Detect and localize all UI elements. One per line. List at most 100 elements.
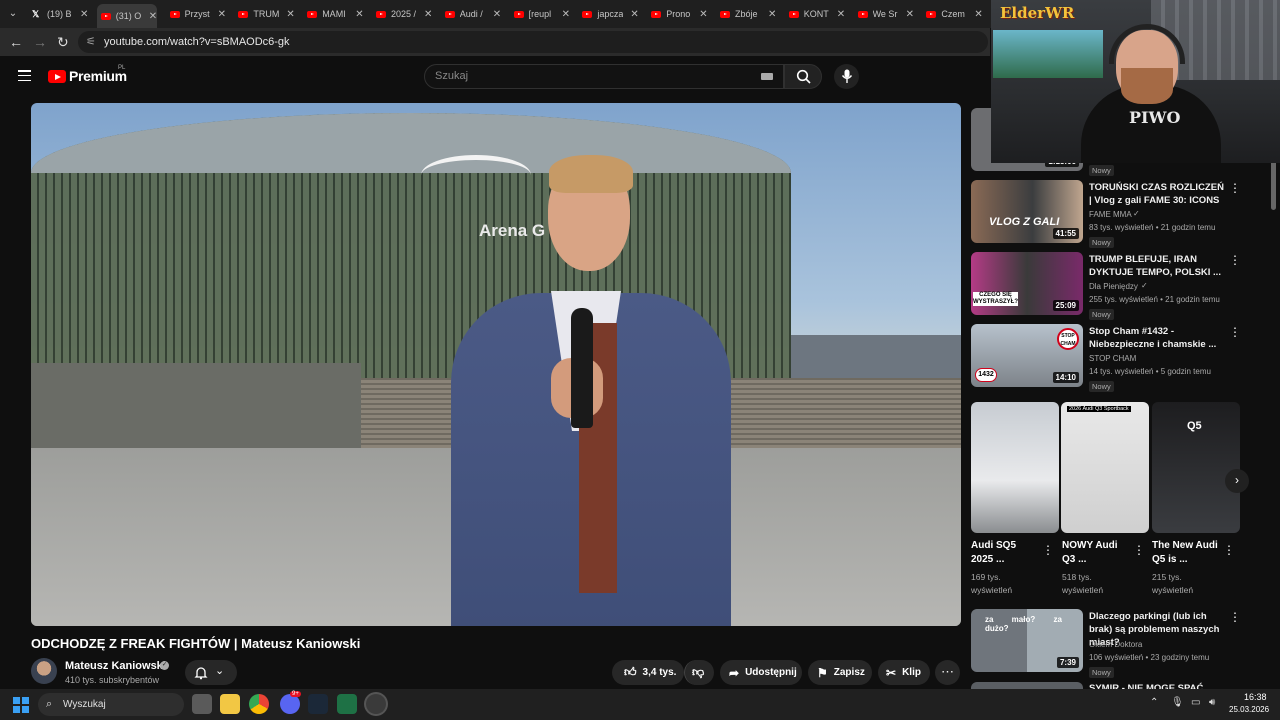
recommended-title[interactable]: TRUMP BLEFUJE, IRAN DYKTUJE TEMPO, POLSK… xyxy=(1089,253,1229,279)
more-vertical-icon[interactable]: ⋮ xyxy=(1133,543,1145,557)
recommended-channel[interactable]: FAME MMA xyxy=(1089,210,1132,219)
file-explorer-icon[interactable] xyxy=(220,694,240,714)
browser-tab[interactable]: 𝕏 (19) B ✕ xyxy=(28,4,88,24)
close-tab-icon[interactable]: ✕ xyxy=(699,9,707,20)
browser-tab[interactable]: We Sr ✕ xyxy=(854,4,914,24)
forward-icon[interactable]: → xyxy=(33,34,47,50)
monitor-icon[interactable]: ▭ xyxy=(1191,697,1200,708)
address-bar[interactable]: ⚟ youtube.com/watch?v=sBMAODc6-gk xyxy=(78,31,988,53)
youtube-logo-icon[interactable] xyxy=(48,70,66,83)
recommended-title[interactable]: SYMIR - NIE MOGE SPAĆ ... xyxy=(1089,682,1229,689)
short-thumbnail[interactable]: Q5 xyxy=(1152,402,1240,533)
close-tab-icon[interactable]: ✕ xyxy=(149,11,157,22)
browser-tab[interactable]: 2025 / ✕ xyxy=(372,4,432,24)
short-thumbnail[interactable] xyxy=(971,402,1059,533)
close-tab-icon[interactable]: ✕ xyxy=(80,9,88,20)
share-button[interactable]: ➦ Udostępnij xyxy=(720,660,802,685)
close-tab-icon[interactable]: ✕ xyxy=(424,9,432,20)
recommended-channel[interactable]: Okiem Doktora xyxy=(1089,640,1142,649)
tab-search-dropdown-icon[interactable]: ⌄ xyxy=(4,5,22,23)
browser-tab[interactable]: japcza ✕ xyxy=(578,4,639,24)
more-vertical-icon[interactable]: ⋮ xyxy=(1229,181,1241,195)
recommended-channel[interactable]: Dla Pieniędzy xyxy=(1089,282,1138,291)
close-tab-icon[interactable]: ✕ xyxy=(218,9,226,20)
recommended-thumbnail[interactable]: STOP CHAM 1432 14:10 xyxy=(971,324,1083,387)
short-title[interactable]: Audi SQ5 2025 ... xyxy=(971,539,1041,567)
recommended-title[interactable]: Stop Cham #1432 - Niebezpieczne i chamsk… xyxy=(1089,325,1229,351)
clock-date[interactable]: 25.03.2026 xyxy=(1229,705,1269,714)
hamburger-menu-icon[interactable] xyxy=(18,70,31,82)
recommended-channel[interactable]: STOP CHAM xyxy=(1089,354,1136,363)
steam-icon[interactable] xyxy=(308,694,328,714)
voice-search-button[interactable] xyxy=(834,64,859,89)
channel-avatar[interactable] xyxy=(31,658,57,684)
close-tab-icon[interactable]: ✕ xyxy=(768,9,776,20)
close-tab-icon[interactable]: ✕ xyxy=(286,9,294,20)
volume-icon[interactable]: 🔊︎ xyxy=(1209,697,1215,708)
recommended-thumbnail[interactable]: CZEGO SIĘ WYSTRASZYŁ? 25:09 xyxy=(971,252,1083,315)
obs-icon[interactable] xyxy=(366,694,386,714)
search-button[interactable] xyxy=(784,64,822,89)
notifications-button[interactable]: ⌄ xyxy=(185,660,237,685)
tab-title: Prono xyxy=(666,9,691,19)
more-vertical-icon[interactable]: ⋮ xyxy=(1223,543,1235,557)
shorts-next-button[interactable]: › xyxy=(1225,469,1249,493)
short-title[interactable]: The New Audi Q5 is ... xyxy=(1152,539,1222,567)
recommended-thumbnail[interactable]: VLOG Z GALI 41:55 xyxy=(971,180,1083,243)
save-button[interactable]: ⚑ Zapisz xyxy=(808,660,872,685)
close-tab-icon[interactable]: ✕ xyxy=(493,9,501,20)
arena-logo-icon xyxy=(421,155,531,195)
recommended-thumbnail[interactable] xyxy=(971,682,1083,689)
taskbar-search[interactable]: ⌕ Wyszukaj xyxy=(38,693,184,716)
close-tab-icon[interactable]: ✕ xyxy=(837,9,845,20)
clip-button[interactable]: ✂ Klip xyxy=(878,660,930,685)
page-scrollbar[interactable] xyxy=(1271,160,1276,210)
close-tab-icon[interactable]: ✕ xyxy=(906,9,914,20)
windows-start-icon[interactable] xyxy=(13,697,29,713)
browser-tab[interactable]: Prono ✕ xyxy=(647,4,708,24)
back-icon[interactable]: ← xyxy=(9,34,23,50)
short-title[interactable]: NOWY Audi Q3 ... xyxy=(1062,539,1132,567)
save-label: Zapisz xyxy=(833,667,865,678)
more-actions-button[interactable]: ⋯ xyxy=(935,660,960,685)
close-tab-icon[interactable]: ✕ xyxy=(974,9,982,20)
youtube-icon xyxy=(444,10,455,18)
search-input[interactable]: Szukaj xyxy=(424,64,784,89)
more-vertical-icon[interactable]: ⋮ xyxy=(1042,543,1054,557)
browser-tab[interactable]: Audi / ✕ xyxy=(441,4,501,24)
microphone-icon[interactable]: 🎙︎ xyxy=(1171,697,1184,708)
video-title: ODCHODZĘ Z FREAK FIGHTÓW | Mateusz Kanio… xyxy=(31,636,361,651)
short-thumbnail[interactable]: 2026 Audi Q3 Sportback xyxy=(1061,402,1149,533)
browser-tab[interactable]: (31) O ✕ xyxy=(96,4,158,28)
youtube-icon xyxy=(651,10,662,18)
site-info-icon[interactable]: ⚟ xyxy=(86,31,96,53)
recommended-meta: 106 wyświetleń • 23 godziny temu xyxy=(1089,653,1210,662)
browser-tab[interactable]: TRUM ✕ xyxy=(234,4,295,24)
browser-tab[interactable]: Zbóje ✕ xyxy=(716,4,776,24)
more-vertical-icon[interactable]: ⋮ xyxy=(1229,610,1241,624)
channel-name[interactable]: Mateusz Kaniowski xyxy=(65,660,166,672)
reload-icon[interactable]: ↻ xyxy=(57,34,69,51)
browser-tab[interactable]: MAMI ✕ xyxy=(303,4,364,24)
video-player[interactable]: Arena G xyxy=(31,103,961,626)
dislike-button[interactable]: 👎︎ xyxy=(684,660,714,685)
close-tab-icon[interactable]: ✕ xyxy=(630,9,638,20)
recommended-thumbnail[interactable]: za mało? za dużo? 7:39 xyxy=(971,609,1083,672)
browser-tab[interactable]: Czem ✕ xyxy=(922,4,983,24)
discord-icon[interactable]: 9+ xyxy=(280,691,301,714)
browser-tab[interactable]: KONT ✕ xyxy=(785,4,845,24)
chrome-icon[interactable] xyxy=(249,694,269,714)
close-tab-icon[interactable]: ✕ xyxy=(355,9,363,20)
task-view-icon[interactable] xyxy=(192,694,212,714)
browser-tab[interactable]: [reupl ✕ xyxy=(510,4,570,24)
excel-icon[interactable] xyxy=(337,694,357,714)
more-vertical-icon[interactable]: ⋮ xyxy=(1229,325,1241,339)
like-button[interactable]: 👍︎ 3,4 tys. xyxy=(612,660,684,685)
more-vertical-icon[interactable]: ⋮ xyxy=(1229,253,1241,267)
recommended-title[interactable]: TORUŃSKI CZAS ROZLICZEŃ | Vlog z gali FA… xyxy=(1089,181,1229,207)
clock-time[interactable]: 16:38 xyxy=(1244,692,1267,702)
close-tab-icon[interactable]: ✕ xyxy=(562,9,570,20)
browser-tab[interactable]: Przyst ✕ xyxy=(166,4,226,24)
keyboard-icon[interactable] xyxy=(761,73,773,80)
chevron-up-icon[interactable]: ⌃ xyxy=(1150,697,1158,708)
